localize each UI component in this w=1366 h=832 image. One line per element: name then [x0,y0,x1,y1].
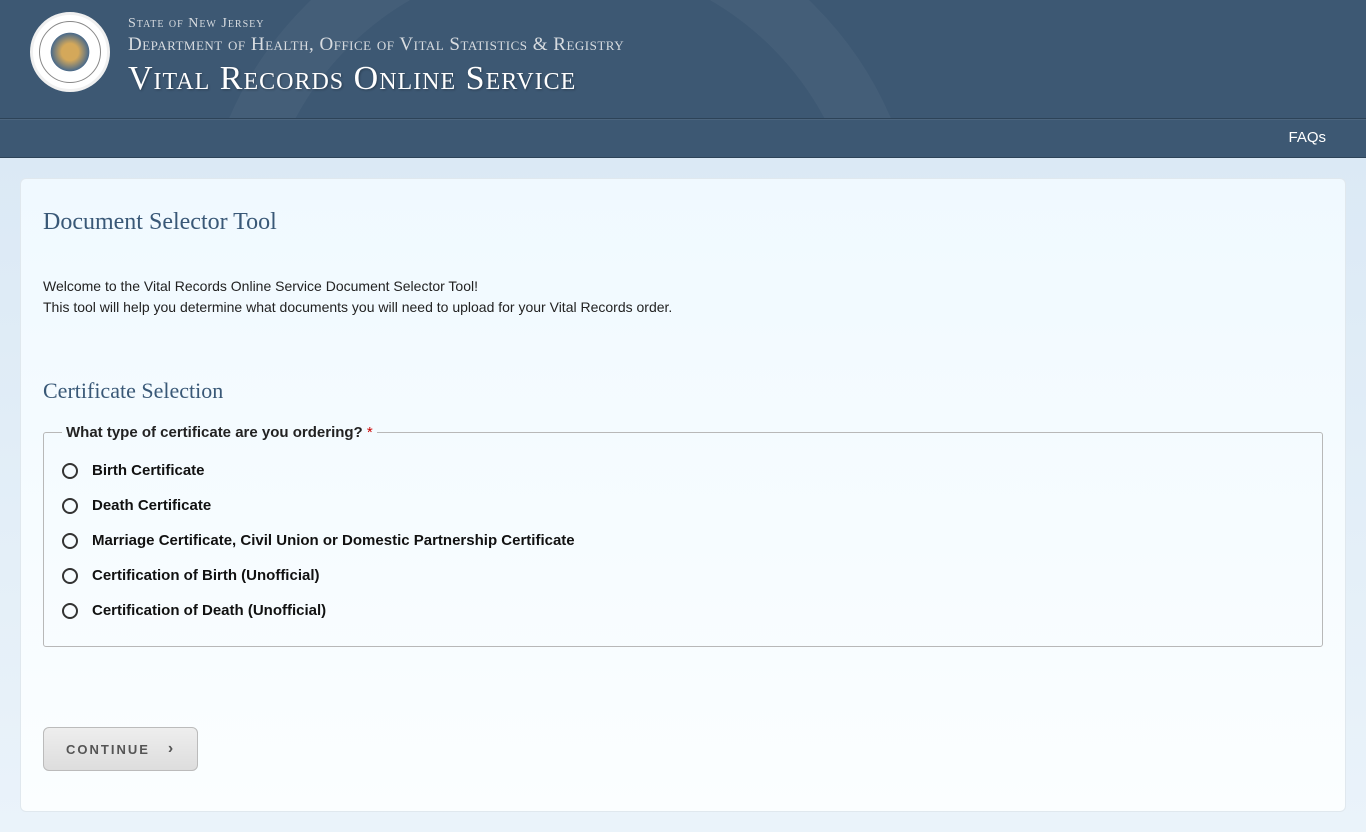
radio-label: Certification of Death (Unofficial) [92,602,326,619]
required-indicator: * [367,424,373,441]
radio-icon[interactable] [62,498,78,514]
chevron-right-icon: › [168,740,175,758]
department-name: Department of Health, Office of Vital St… [128,34,624,56]
radio-option-death[interactable]: Death Certificate [62,488,1304,523]
fieldset-legend: What type of certificate are you orderin… [62,424,377,441]
page-body: Document Selector Tool Welcome to the Vi… [0,158,1366,832]
radio-label: Death Certificate [92,497,211,514]
nav-bar: FAQs [0,118,1366,158]
state-seal-icon [30,12,110,92]
intro-text: Welcome to the Vital Records Online Serv… [43,276,1323,318]
certificate-type-fieldset: What type of certificate are you orderin… [43,424,1323,647]
continue-button-label: CONTINUE [66,742,150,757]
page-title: Document Selector Tool [43,209,1323,236]
content-card: Document Selector Tool Welcome to the Vi… [20,178,1346,812]
radio-option-birth-unofficial[interactable]: Certification of Birth (Unofficial) [62,558,1304,593]
radio-label: Marriage Certificate, Civil Union or Dom… [92,532,575,549]
radio-option-marriage[interactable]: Marriage Certificate, Civil Union or Dom… [62,523,1304,558]
legend-text: What type of certificate are you orderin… [66,424,363,441]
intro-line-1: Welcome to the Vital Records Online Serv… [43,276,1323,297]
radio-label: Birth Certificate [92,462,205,479]
section-title: Certificate Selection [43,378,1323,404]
intro-line-2: This tool will help you determine what d… [43,297,1323,318]
radio-icon[interactable] [62,568,78,584]
faqs-link[interactable]: FAQs [1288,129,1326,146]
radio-option-death-unofficial[interactable]: Certification of Death (Unofficial) [62,593,1304,628]
radio-icon[interactable] [62,603,78,619]
service-title: Vital Records Online Service [128,60,624,98]
state-name: State of New Jersey [128,16,624,32]
continue-button[interactable]: CONTINUE › [43,727,198,771]
page-header: State of New Jersey Department of Health… [0,0,1366,118]
radio-icon[interactable] [62,533,78,549]
radio-icon[interactable] [62,463,78,479]
radio-option-birth[interactable]: Birth Certificate [62,453,1304,488]
radio-label: Certification of Birth (Unofficial) [92,567,320,584]
